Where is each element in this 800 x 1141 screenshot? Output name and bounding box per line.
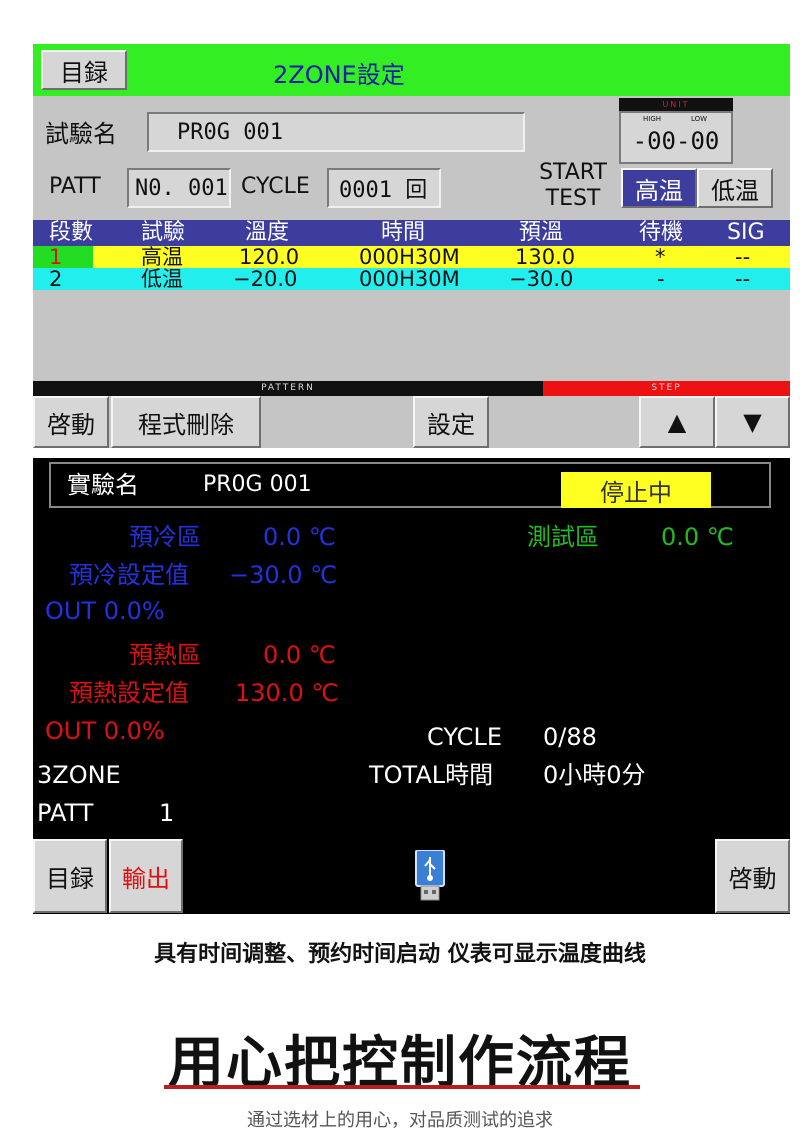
cycle-value: 0/88 <box>543 723 597 751</box>
start-button[interactable]: 啓動 <box>33 396 109 448</box>
row2-sig: -- <box>735 267 751 291</box>
feature-caption: 具有时间调整、预约时间启动 仪表可显示温度曲线 <box>154 942 646 967</box>
panel1-bottom-bar: 啓動 程式刪除 設定 ▲ ▼ <box>33 396 790 448</box>
page-title: 2ZONE設定 <box>273 61 405 89</box>
zone-label: 3ZONE <box>37 761 121 789</box>
unit-header: UNIT <box>619 98 733 111</box>
preheat-set-label: 預熱設定值 <box>69 679 189 707</box>
menu-button[interactable]: 目録 <box>33 839 107 913</box>
test-value: PR0G 001 <box>203 472 312 497</box>
cycle-label: CYCLE <box>427 723 502 751</box>
patt-label: PATT <box>49 174 101 199</box>
test-zone-label: 測試區 <box>527 523 599 551</box>
col-test: 試驗 <box>141 220 186 245</box>
col-standby: 待機 <box>639 220 684 245</box>
low-temp-button[interactable]: 低温 <box>697 168 773 208</box>
pattern-bar: PATTERN <box>33 381 543 396</box>
row1-test: 高温 <box>141 245 183 269</box>
total-time-label: TOTAL時間 <box>369 761 494 789</box>
patt-label: PATT <box>37 799 94 827</box>
precool-zone-value: 0.0 ℃ <box>263 523 336 551</box>
preheat-zone-value: 0.0 ℃ <box>263 641 336 669</box>
col-sig: SIG <box>727 220 765 245</box>
precool-set-value: −30.0 ℃ <box>229 561 338 589</box>
col-step: 段數 <box>49 220 94 245</box>
test-label: 實驗名 <box>67 471 139 499</box>
test-name-label: 試驗名 <box>45 120 117 148</box>
preheat-output: OUT 0.0% <box>45 717 165 745</box>
program-settings-panel: 目録 2ZONE設定 試驗名 PR0G 001 UNIT HIGH LOW -0… <box>33 44 790 448</box>
col-time: 時間 <box>381 220 426 245</box>
row1-temp: 120.0 <box>239 245 300 269</box>
section-subheadline: 通过选材上的用心，对品质测试的追求 <box>247 1110 553 1131</box>
high-temp-button[interactable]: 高温 <box>621 168 697 208</box>
monitor-panel: 實驗名 PR0G 001 停止中 預冷區 0.0 ℃ 測試區 0.0 ℃ 預冷設… <box>33 458 790 914</box>
row1-step: 1 <box>33 246 93 268</box>
output-button[interactable]: 輸出 <box>109 839 183 913</box>
row2-time: 000H30M <box>359 267 460 291</box>
patt-field[interactable]: N0. 001 <box>127 168 231 208</box>
row1-sig: -- <box>735 245 751 269</box>
table-row[interactable]: 1 高温 120.0 000H30M 130.0 * -- <box>33 246 790 268</box>
row2-temp: −20.0 <box>233 267 298 291</box>
row2-step: 2 <box>49 267 63 291</box>
unit-high-label: HIGH <box>643 115 662 123</box>
delete-program-button[interactable]: 程式刪除 <box>111 396 261 448</box>
step-bar: STEP <box>543 381 790 396</box>
test-name-field[interactable]: PR0G 001 <box>147 112 525 152</box>
test-zone-value: 0.0 ℃ <box>661 523 734 551</box>
unit-value: -00-00 <box>632 127 720 155</box>
step-down-button[interactable]: ▼ <box>715 396 790 448</box>
unit-low-label: LOW <box>691 115 708 123</box>
row1-pretemp: 130.0 <box>515 245 576 269</box>
program-table-header: 段數 試驗 溫度 時間 預溫 待機 SIG <box>33 220 790 246</box>
precool-zone-label: 預冷區 <box>129 523 201 551</box>
preheat-zone-label: 預熱區 <box>129 641 201 669</box>
row1-time: 000H30M <box>359 245 460 269</box>
set-button[interactable]: 設定 <box>413 396 489 448</box>
usb-icon[interactable] <box>413 849 447 902</box>
menu-button[interactable]: 目録 <box>41 50 127 90</box>
cycle-label: CYCLE <box>241 174 310 199</box>
panel1-header: 目録 2ZONE設定 <box>33 44 790 96</box>
row2-pretemp: −30.0 <box>509 267 574 291</box>
headline-underline <box>164 1085 640 1089</box>
table-empty-area <box>33 290 790 380</box>
test-name-box: 實驗名 PR0G 001 停止中 <box>49 462 771 508</box>
row1-standby: * <box>655 245 666 269</box>
row2-test: 低温 <box>141 267 183 291</box>
total-time-value: 0小時0分 <box>543 761 646 789</box>
precool-output: OUT 0.0% <box>45 597 165 625</box>
table-row[interactable]: 2 低温 −20.0 000H30M −30.0 - -- <box>33 268 790 290</box>
cycle-field[interactable]: 0001 回 <box>327 168 441 208</box>
patt-value: 1 <box>159 799 175 827</box>
col-temp: 溫度 <box>245 220 290 245</box>
step-up-button[interactable]: ▲ <box>639 396 715 448</box>
precool-set-label: 預冷設定值 <box>69 561 189 589</box>
start-button[interactable]: 啓動 <box>715 839 790 913</box>
status-badge: 停止中 <box>561 472 711 508</box>
row2-standby: - <box>657 267 665 291</box>
col-pretemp: 預溫 <box>519 220 564 245</box>
preheat-set-value: 130.0 ℃ <box>235 679 339 707</box>
start-test-label: START TEST <box>539 160 607 211</box>
unit-display: UNIT HIGH LOW -00-00 <box>619 98 733 164</box>
